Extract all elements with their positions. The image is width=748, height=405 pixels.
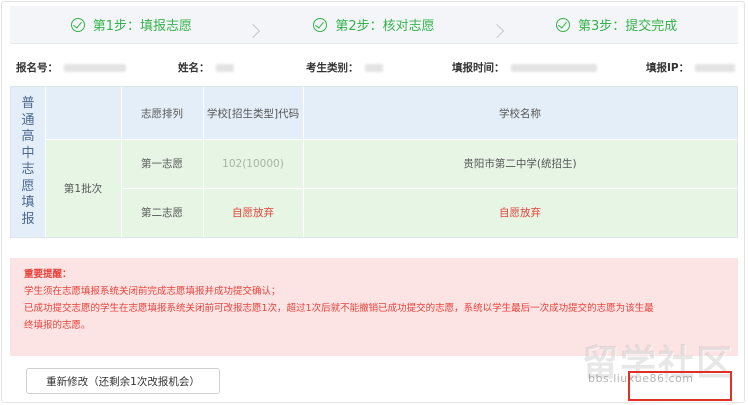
row1-code: 102(10000) <box>203 139 303 188</box>
row2-order: 第二志愿 <box>121 188 203 237</box>
ip-label: 填报IP： <box>646 62 690 74</box>
step-1: 第1步：填报志愿 <box>10 15 253 34</box>
time-label: 填报时间： <box>452 62 505 74</box>
name-field: 姓名： <box>178 60 234 75</box>
progress-steps: 第1步：填报志愿 第2步：核对志愿 第3步：提交完成 <box>10 6 738 44</box>
ip-value-redacted <box>695 63 736 72</box>
notice-title: 重要提醒： <box>24 269 72 280</box>
step-2-label: 第2步：核对志愿 <box>335 19 435 34</box>
side-char: 通 <box>21 112 35 128</box>
grid-line <box>121 87 122 237</box>
reg-no-value-redacted <box>64 63 126 72</box>
check-circle-icon <box>70 17 85 32</box>
grid-line <box>45 139 737 140</box>
header-order: 志愿排列 <box>121 87 203 139</box>
side-char: 填 <box>21 195 35 210</box>
category-value-redacted <box>364 63 383 72</box>
side-char: 报 <box>21 211 35 227</box>
time-field: 填报时间： <box>452 60 597 75</box>
category-field: 考生类别： <box>306 60 383 75</box>
grid-line <box>303 87 304 237</box>
row2-code: 自愿放弃 <box>203 188 303 237</box>
ip-field: 填报IP： <box>646 60 736 75</box>
notice-line: 学生须在志愿填报系统关闭前完成志愿填报并成功提交确认； <box>24 286 281 297</box>
grid-line <box>45 87 46 237</box>
step-1-label: 第1步：填报志愿 <box>92 19 192 34</box>
step-3: 第3步：提交完成 <box>495 15 738 34</box>
reg-no-field: 报名号： <box>16 60 126 75</box>
batch-cell: 第1批次 <box>45 139 121 237</box>
name-label: 姓名： <box>178 62 210 74</box>
applicant-info: 报名号： 姓名： 考生类别： 填报时间： 填报IP： <box>10 54 738 78</box>
reg-no-label: 报名号： <box>16 62 58 74</box>
step-2: 第2步：核对志愿 <box>253 15 496 34</box>
row2-school-name: 自愿放弃 <box>303 188 737 237</box>
category-label: 考生类别： <box>306 62 359 74</box>
header-code: 学校[招生类型]代码 <box>203 87 303 139</box>
modify-button[interactable]: 重新修改（还剩余1次改报机会） <box>26 368 220 394</box>
side-char: 愿 <box>21 178 35 194</box>
side-char: 普 <box>21 96 35 111</box>
side-char: 高 <box>21 129 35 144</box>
name-value-redacted <box>215 63 234 72</box>
notice-line: 终填报的志愿。 <box>24 320 91 331</box>
time-value-redacted <box>510 63 597 72</box>
check-circle-icon <box>313 17 328 32</box>
highlight-box <box>628 371 732 401</box>
grid-line <box>203 87 204 237</box>
grid-line <box>121 188 737 189</box>
side-char: 中 <box>21 145 35 161</box>
row1-school-name: 贵阳市第二中学(统招生) <box>303 139 737 188</box>
side-char: 志 <box>21 162 35 177</box>
header-blank <box>45 87 121 139</box>
check-circle-icon <box>556 17 571 32</box>
notice-line: 已成功提交志愿的学生在志愿填报系统关闭前可改报志愿1次，超过1次后就不能撤销已成… <box>24 303 654 314</box>
table-side-label: 普 通 高 中 志 愿 填 报 <box>11 87 45 237</box>
header-school-name: 学校名称 <box>303 87 737 139</box>
step-3-label: 第3步：提交完成 <box>578 19 678 34</box>
volunteer-table: 普 通 高 中 志 愿 填 报 志愿排列 学校[招生类型]代码 学校名称 第1批… <box>10 86 738 238</box>
row1-order: 第一志愿 <box>121 139 203 188</box>
